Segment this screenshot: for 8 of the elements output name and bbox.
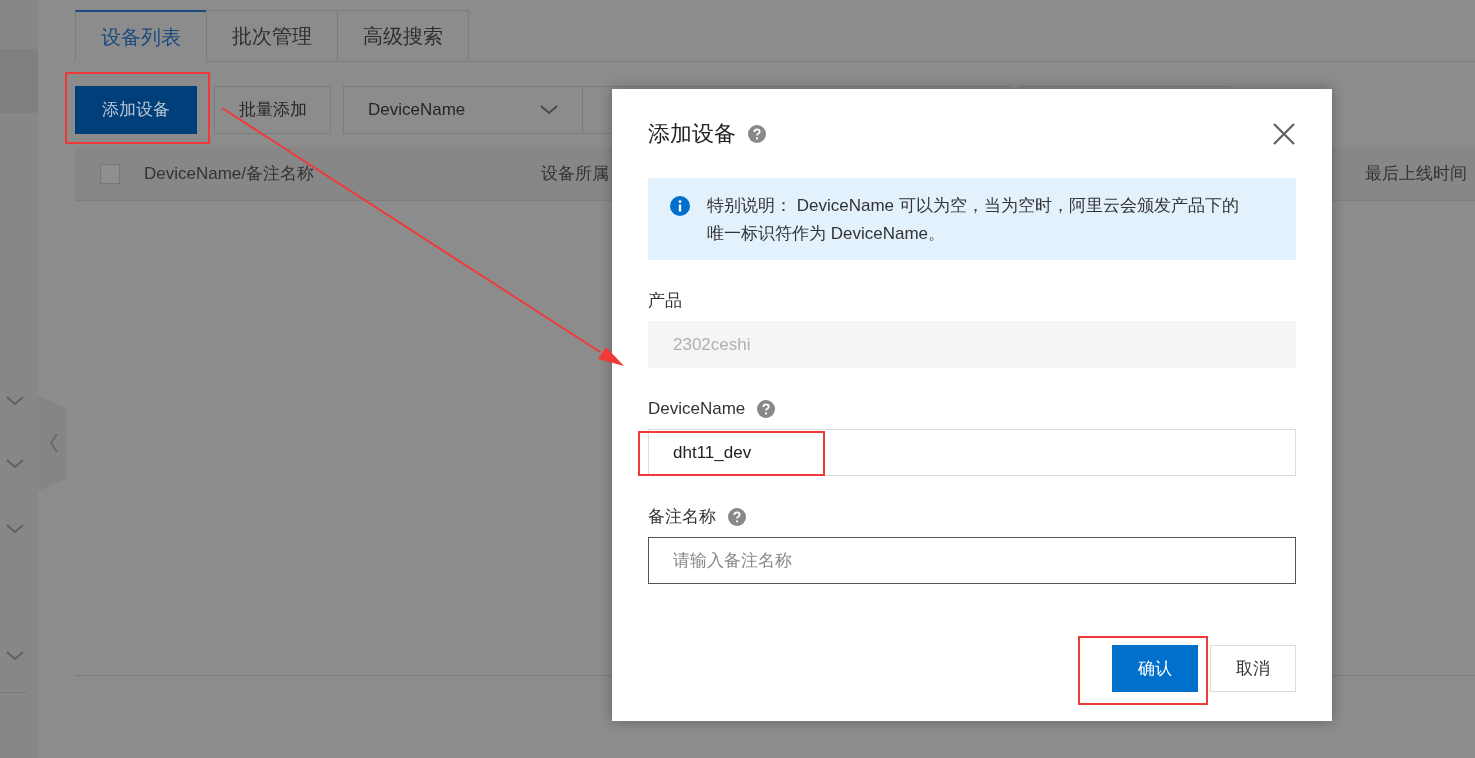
field-label: 产品 <box>648 290 682 313</box>
column-header: DeviceName/备注名称 <box>144 162 315 185</box>
column-header: 最后上线时间 <box>1365 162 1467 185</box>
field-label: 备注名称 <box>648 506 716 529</box>
column-header: 设备所属 <box>541 162 609 185</box>
field-label: DeviceName <box>648 398 746 421</box>
notice-text: 特别说明： DeviceName 可以为空，当为空时，阿里云会颁发产品下的唯一标识符作为 DeviceName。 <box>707 195 1240 245</box>
dialog-title: 添加设备 <box>648 120 736 148</box>
